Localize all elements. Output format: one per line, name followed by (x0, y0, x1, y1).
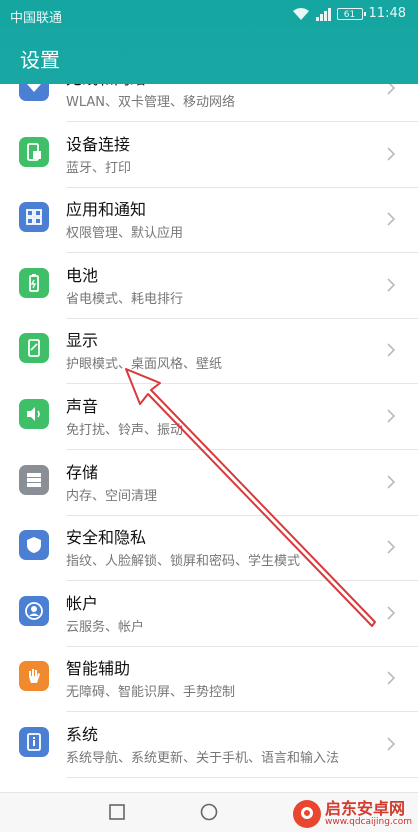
settings-item-subtitle: WLAN、双卡管理、移动网络 (66, 95, 236, 110)
settings-item-title: 电池 (66, 265, 99, 285)
settings-item[interactable]: 帐户 云服务、帐户 (0, 581, 418, 647)
chevron-right-icon (387, 737, 396, 751)
settings-item-title: 帐户 (66, 593, 99, 613)
page-title: 设置 (20, 48, 60, 72)
watermark-logo-icon (292, 800, 321, 828)
settings-item-subtitle: 护眼模式、桌面风格、壁纸 (66, 357, 223, 373)
battery-icon (19, 267, 49, 298)
settings-item-subtitle: 权限管理、默认应用 (66, 226, 184, 242)
watermark-url: www.qdcaijing.com (324, 817, 412, 827)
settings-item[interactable]: 声音免打扰、铃声、振动 (0, 384, 418, 450)
settings-item-title: 设备连接 (66, 134, 131, 154)
device-connect-icon (19, 136, 49, 167)
settings-item-subtitle: 内存、空间清理 (66, 488, 158, 504)
carrier-name: 中国联通 (10, 11, 63, 26)
chevron-right-icon (387, 147, 396, 161)
battery-level: 61 (336, 7, 366, 20)
home-button[interactable] (200, 803, 218, 821)
chevron-right-icon (387, 606, 396, 620)
settings-item-subtitle: 蓝牙、打印 (66, 160, 132, 176)
chevron-right-icon (387, 278, 396, 292)
chevron-right-icon (387, 212, 396, 226)
shield-icon (19, 530, 49, 561)
settings-item-subtitle: 系统导航、系统更新、关于手机、语言和输入法 (66, 751, 340, 766)
clock: 11:48 (368, 6, 406, 21)
chevron-right-icon (387, 540, 396, 554)
speaker-icon (19, 399, 49, 429)
settings-item[interactable]: 应用和通知权限管理、默认应用 (0, 187, 418, 254)
settings-item-subtitle: 省电模式、耗电排行 (66, 291, 184, 307)
settings-item-title: 存储 (66, 462, 99, 482)
account-icon (19, 595, 49, 626)
chevron-right-icon (387, 409, 396, 423)
system-info-icon (19, 727, 49, 757)
chevron-right-icon (387, 475, 396, 489)
settings-item[interactable]: 存储 内存、空间清理 (0, 450, 418, 516)
settings-item-title: 显示 (66, 331, 99, 351)
settings-item-subtitle: 云服务、帐户 (66, 619, 145, 635)
settings-item-subtitle: 无障碍、智能识屏、手势控制 (66, 685, 236, 701)
settings-item[interactable]: 系统系统导航、系统更新、关于手机、语言和输入法 (0, 712, 418, 778)
watermark: 启东安卓网 www.qdcaijing.com (292, 799, 412, 828)
settings-item-title: 安全和隐私 (66, 528, 147, 548)
storage-icon (19, 464, 49, 495)
status-bar: 中国联通 61 11:48 (0, 0, 418, 30)
app-header: 中国联通 61 11:48 设置 (0, 0, 418, 84)
settings-item-title: 应用和通知 (66, 200, 147, 220)
settings-item-title: 智能辅助 (66, 659, 131, 679)
wifi-status-icon (292, 7, 309, 20)
settings-item[interactable]: 无线和网络 WLAN、双卡管理、移动网络 (0, 84, 418, 122)
apps-grid-icon (19, 202, 49, 233)
settings-item[interactable]: 显示护眼模式、桌面风格、壁纸 (0, 318, 418, 385)
settings-item[interactable]: 智能辅助无障碍、智能识屏、手势控制 (0, 646, 418, 713)
chevron-right-icon (387, 343, 396, 357)
settings-item-title: 无线和网络 (66, 84, 146, 89)
wifi-icon (19, 84, 49, 101)
divider (66, 777, 418, 778)
recents-button[interactable] (108, 803, 126, 821)
chevron-right-icon (387, 671, 396, 685)
display-icon (19, 333, 49, 364)
settings-item-title: 声音 (66, 397, 99, 416)
settings-item-subtitle: 指纹、人脸解锁、锁屏和密码、学生模式 (66, 554, 301, 570)
settings-item-title: 系统 (66, 725, 99, 744)
settings-item[interactable]: 设备连接 蓝牙、打印 (0, 122, 418, 188)
settings-item[interactable]: 电池省电模式、耗电排行 (0, 253, 418, 319)
chevron-right-icon (387, 84, 396, 95)
settings-item-subtitle: 免打扰、铃声、振动 (66, 423, 184, 438)
signal-icon (315, 7, 331, 21)
hand-icon (19, 661, 49, 692)
navigation-bar: 启东安卓网 www.qdcaijing.com (0, 792, 418, 832)
status-indicators: 61 11:48 (292, 6, 406, 21)
watermark-brand: 启东安卓网 (324, 799, 405, 818)
settings-list[interactable]: 无线和网络 WLAN、双卡管理、移动网络设备连接蓝牙、打印应用和通知权限管理、默认… (0, 84, 418, 792)
settings-item[interactable]: 安全和隐私指纹、人脸解锁、锁屏和密码、学生模式 (0, 515, 418, 582)
